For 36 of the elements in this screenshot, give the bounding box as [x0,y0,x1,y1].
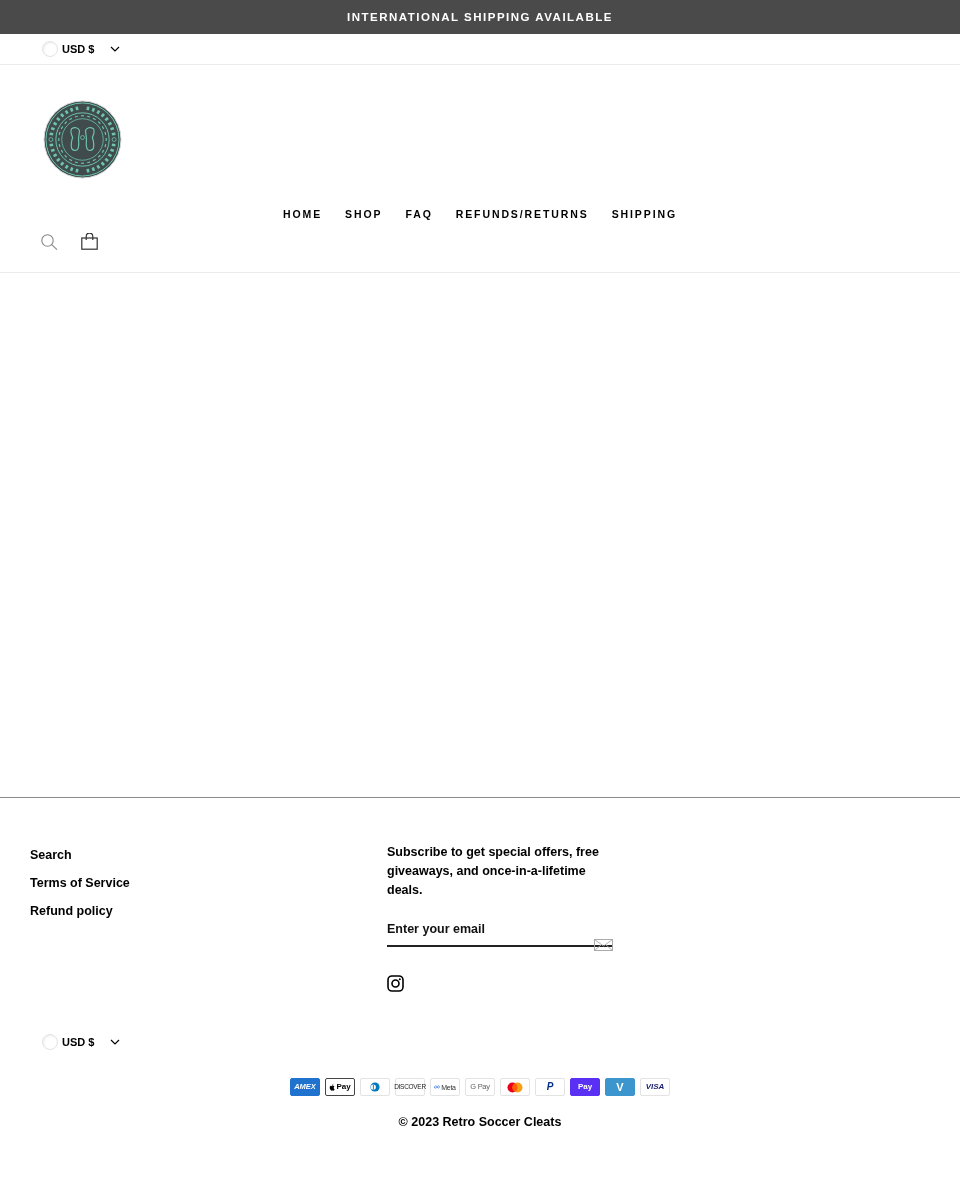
instagram-link[interactable] [387,975,404,992]
search-icon [41,233,58,250]
currency-selector[interactable]: USD $ [42,41,121,57]
nav-link[interactable]: SHOP [345,207,383,221]
newsletter-text: Subscribe to get special offers, free giveaways, and once-in-a-lifetime deals. [387,844,600,899]
payment-method-badge: VISA [640,1078,670,1096]
payment-method-badge: V [605,1078,635,1096]
footer-link[interactable]: Search [30,846,72,865]
nav-link[interactable]: HOME [282,207,323,221]
announcement-text: INTERNATIONAL SHIPPING AVAILABLE [0,0,960,34]
search-button[interactable] [41,233,58,250]
flag-circle-icon [42,41,58,57]
nav-link[interactable]: SHIPPING [611,207,678,221]
diners-circles-card-icon [360,1078,390,1096]
overlapping-circles-card-icon [500,1078,530,1096]
payment-method-badge: P [535,1078,565,1096]
payment-method-badge: Pay [570,1078,600,1096]
logo-emblem-drawing[interactable] [43,100,122,179]
shopping-bag-icon [81,233,98,250]
flag-circle-icon [42,1034,58,1050]
chevron-down-icon [110,1039,121,1045]
subscribe-button[interactable] [594,939,613,951]
cart-button[interactable] [81,233,98,250]
footer-link[interactable]: Terms of Service [30,874,130,893]
nav-link[interactable]: REFUNDS/RETURNS [455,207,589,221]
currency-selector[interactable]: USD $ [42,1034,121,1050]
email-field[interactable]: Enter your email [387,919,613,947]
footer-link[interactable]: Refund policy [30,902,113,921]
payment-method-badge: Pay [325,1078,355,1096]
envelope-icon [594,939,613,951]
infinity-icon [434,1085,441,1089]
apple-icon [329,1083,336,1091]
nav-link[interactable]: FAQ [405,207,433,221]
copyright-text: © 2023 Retro Soccer Cleats [398,1115,562,1129]
instagram-icon [387,975,404,992]
chevron-down-icon [110,46,121,52]
